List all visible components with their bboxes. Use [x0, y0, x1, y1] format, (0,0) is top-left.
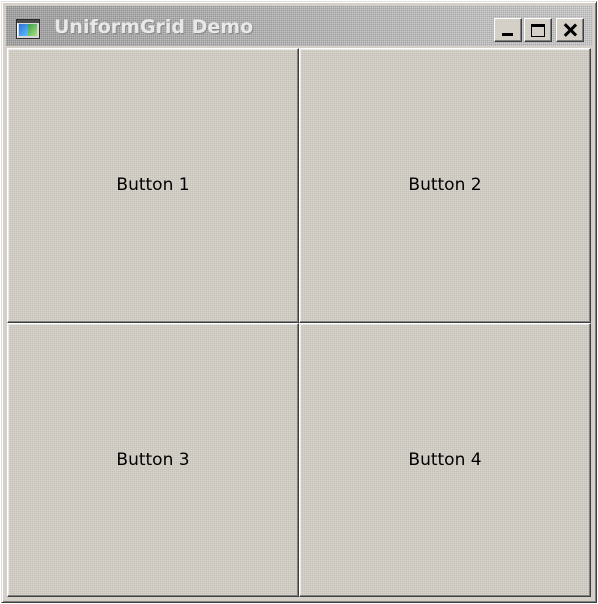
- button-3[interactable]: Button 3: [7, 322, 299, 597]
- minimize-icon: [502, 33, 513, 36]
- button-1-label: Button 1: [116, 175, 190, 196]
- window-app-icon[interactable]: [16, 19, 40, 39]
- main-window: UniformGrid Demo Button 1 Button 2 Butto…: [1, 1, 597, 603]
- maximize-button[interactable]: [524, 18, 552, 42]
- window-title: UniformGrid Demo: [54, 16, 254, 38]
- minimize-button[interactable]: [494, 18, 522, 42]
- app-icon-pane-left: [19, 24, 28, 36]
- uniform-grid: Button 1 Button 2 Button 3 Button 4: [7, 48, 591, 597]
- button-4-label: Button 4: [408, 449, 482, 470]
- close-icon: [563, 23, 577, 37]
- caption-buttons: [494, 18, 584, 42]
- button-4[interactable]: Button 4: [299, 322, 591, 597]
- app-icon-pane-right: [28, 24, 37, 36]
- button-2[interactable]: Button 2: [299, 48, 591, 323]
- title-bar[interactable]: UniformGrid Demo: [6, 6, 592, 46]
- button-2-label: Button 2: [408, 175, 482, 196]
- close-button[interactable]: [556, 18, 584, 42]
- button-1[interactable]: Button 1: [7, 48, 299, 323]
- maximize-icon: [531, 23, 545, 37]
- button-3-label: Button 3: [116, 449, 190, 470]
- app-icon-bar: [17, 20, 39, 23]
